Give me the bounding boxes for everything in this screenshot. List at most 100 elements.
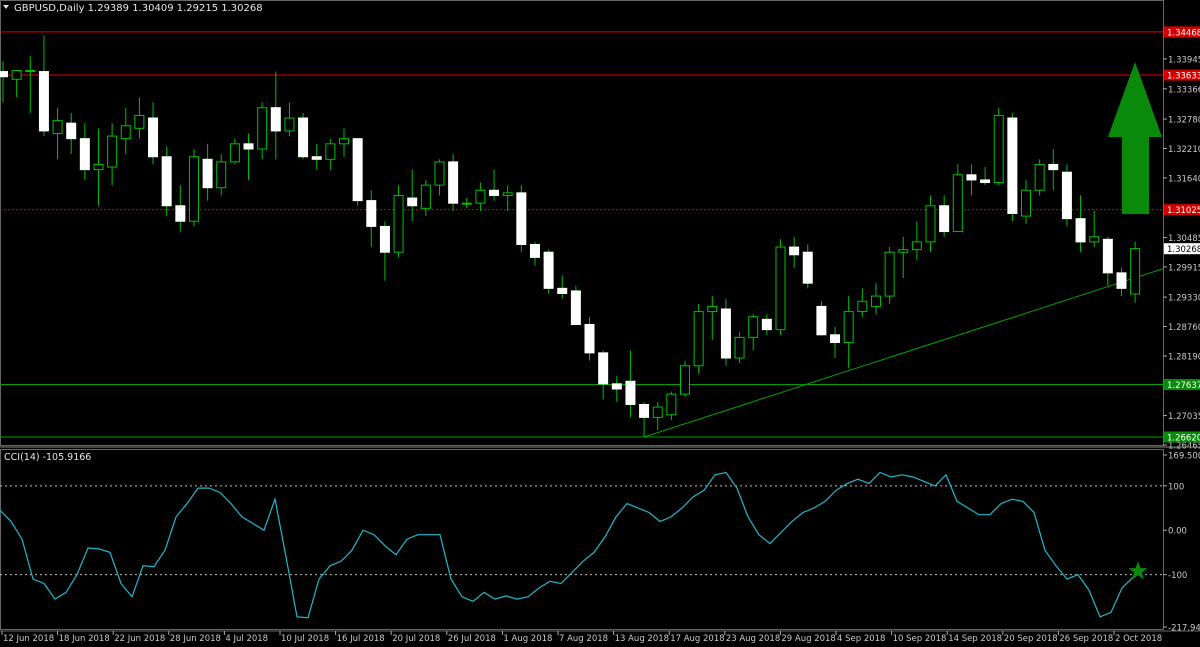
candle [1061,164,1072,227]
candle-body-bear [66,122,77,140]
candle-body-bull [257,107,268,150]
time-tick-label: 16 Jul 2018 [337,634,385,644]
candle-body-bull [461,202,472,205]
time-tick-label: 28 Jun 2018 [170,634,221,644]
candle-body-bull [284,117,295,132]
time-tick-label: 20 Sep 2018 [1004,634,1058,644]
candle-body-bear [407,197,418,207]
candle-body-bull [25,70,36,73]
trading-chart[interactable]: 1.33945 1.33366 1.32780 1.32210 1.31640 1.304… [0,0,1200,647]
price-tick-label: 1.32780 [1168,116,1200,126]
price-tick-label: 1.28760 [1168,323,1200,333]
candle-body-bear [79,138,90,171]
candle-body-bull [1034,163,1045,191]
candle-body-bull [93,163,104,171]
candle-body-bear [516,192,527,245]
candle [1034,159,1045,196]
candle-body-bull [475,189,486,204]
candle-body-bull [693,311,704,367]
time-tick-label: 7 Aug 2018 [559,634,608,644]
time-tick-label: 22 Jun 2018 [114,634,165,644]
candle-body-bear [270,107,281,132]
price-axis: 1.33945 1.33366 1.32780 1.32210 1.31640 1.304… [1163,26,1200,452]
candle-body-bear [352,138,363,202]
candle [816,301,827,336]
candle [570,285,581,325]
time-tick-label: 2 Oct 2018 [1115,634,1162,644]
level-price-label: 1.27637 [1167,381,1200,391]
candle-body-bear [1061,171,1072,220]
candle-body-bear [584,323,595,354]
candle-body-bear [1116,272,1127,289]
candle-body-bear [543,251,554,289]
candle-body-bear [311,156,322,160]
candle [352,138,363,206]
candle-body-bear [243,143,254,150]
candle-body-bull [420,184,431,209]
time-tick-label: 10 Jul 2018 [281,634,329,644]
candle-body-bear [1007,117,1018,215]
candle-body-bear [448,161,459,204]
current-price-label: 1.30268 [1167,245,1200,255]
time-tick-label: 17 Aug 2018 [670,634,724,644]
candle [680,360,690,397]
level-price-label: 1.33633 [1167,72,1200,82]
level-price-label: 1.34468 [1167,28,1200,38]
candle [1130,241,1141,303]
cci-tick-label: 0.00 [1168,527,1187,537]
price-tick-label: 1.33945 [1168,55,1200,65]
candle-body-bear [816,305,827,336]
cci-tick-label: -100 [1168,571,1187,581]
candle-body-bear [0,71,8,78]
candle [516,185,527,253]
candle-body-bear [720,308,731,359]
candle [298,112,309,160]
price-tick-label: 1.29330 [1168,294,1200,304]
candle-body-bull [188,156,199,222]
candle-body-bear [570,290,581,325]
time-tick-label: 20 Jul 2018 [392,634,440,644]
candle-body-bear [379,225,390,253]
candle-body-bull [843,311,854,344]
candle-body-bear [625,380,636,405]
candle-body-bull [652,406,663,418]
price-tick-label: 1.28190 [1168,352,1200,362]
candle-body-bear [38,71,49,132]
candle-body-bull [52,120,63,134]
chart-background [0,0,1200,647]
candle-body-bear [202,158,213,189]
candle-body-bull [707,305,718,313]
time-tick-label: 4 Jul 2018 [225,634,268,644]
cci-title: CCI(14) -105.9166 [4,452,91,463]
level-price-label: 1.31025 [1167,206,1200,216]
time-tick-label: 18 Jun 2018 [59,634,110,644]
candle-body-bull [775,246,786,331]
candle-body-bear [980,179,991,184]
candle-body-bear [802,251,813,284]
price-tick-label: 1.30485 [1168,234,1200,244]
time-tick-label: 12 Jun 2018 [3,634,54,644]
candle-body-bear [1075,218,1086,243]
time-tick-label: 4 Sep 2018 [837,634,885,644]
candle-body-bull [134,114,145,129]
candle-body-bull [898,249,909,253]
cci-tick-label: 169.5009 [1168,452,1200,462]
candle-body-bear [1048,163,1059,171]
candle-body-bull [748,316,759,338]
time-tick-label: 10 Sep 2018 [893,634,947,644]
candle-body-bull [925,205,936,243]
candle-body-bull [1130,248,1141,295]
cci-tick-label: 100 [1168,482,1184,492]
candle-body-bull [11,70,22,80]
candle-body-bull [434,161,445,186]
candle-body-bull [1089,236,1100,243]
candle [543,249,554,294]
time-tick-label: 23 Aug 2018 [726,634,780,644]
time-tick-label: 14 Sep 2018 [948,634,1002,644]
candle-body-bear [639,403,650,418]
price-tick-label: 1.33366 [1168,85,1200,95]
candle-body-bull [680,365,690,395]
candle-body-bear [761,318,772,331]
candle-body-bear [611,383,622,390]
main-chart-title: GBPUSD,Daily 1.29389 1.30409 1.29215 1.3… [14,3,263,14]
